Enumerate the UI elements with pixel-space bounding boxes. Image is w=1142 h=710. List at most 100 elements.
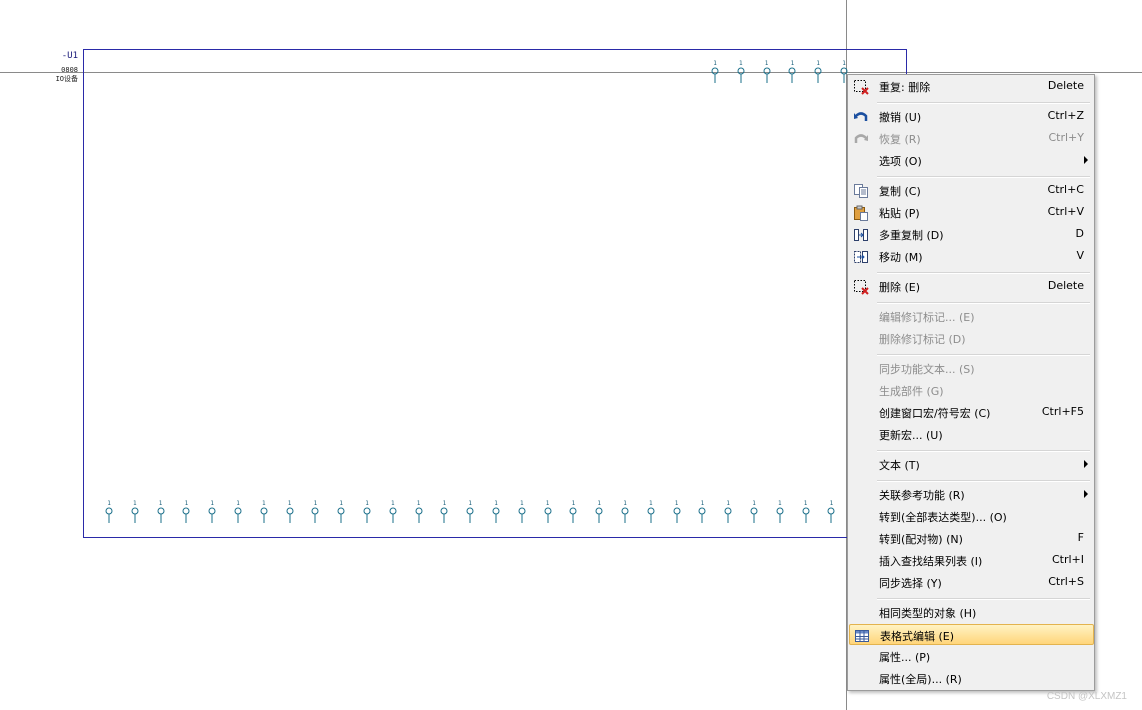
menu-item-paste[interactable]: 粘贴 (P) Ctrl+V (850, 202, 1092, 223)
device-code: 0808 (61, 66, 78, 74)
connection-point[interactable]: 1 (813, 60, 823, 86)
menu-item-properties-global[interactable]: 属性(全局)... (R) (850, 668, 1092, 689)
connection-point[interactable]: 1 (310, 500, 320, 526)
connection-point[interactable]: 1 (762, 60, 772, 86)
menu-item-shortcut: Ctrl+I (1051, 553, 1084, 566)
pin-number: 1 (713, 60, 717, 67)
connection-point[interactable]: 1 (388, 500, 398, 526)
pin-number: 1 (597, 500, 601, 507)
delete-icon (853, 279, 869, 295)
menu-item-shortcut: D (1075, 227, 1084, 240)
menu-item-label: 重复: 删除 (879, 81, 931, 94)
connection-point[interactable]: 1 (259, 500, 269, 526)
menu-item-delete[interactable]: 删除 (E) Delete (850, 276, 1092, 297)
menu-item-update-macro[interactable]: 更新宏... (U) (850, 424, 1092, 445)
connection-point[interactable]: 1 (646, 500, 656, 526)
menu-item-multi-copy[interactable]: 多重复制 (D) D (850, 224, 1092, 245)
menu-item-text[interactable]: 文本 (T) (850, 454, 1092, 475)
pin-number: 1 (790, 60, 795, 67)
menu-item-label: 文本 (T) (879, 459, 920, 472)
connection-point[interactable]: 1 (775, 500, 785, 526)
connection-point[interactable]: 1 (104, 500, 114, 526)
pin-symbol (698, 507, 706, 523)
pin-symbol (711, 67, 719, 83)
connection-point[interactable]: 1 (439, 500, 449, 526)
connection-point[interactable]: 1 (801, 500, 811, 526)
connection-point[interactable]: 1 (568, 500, 578, 526)
connection-point[interactable]: 1 (233, 500, 243, 526)
connection-point[interactable]: 1 (130, 500, 140, 526)
menu-item-shortcut: Delete (1047, 79, 1084, 92)
connection-point[interactable]: 1 (697, 500, 707, 526)
undo-icon (853, 109, 869, 125)
menu-item-shortcut: Ctrl+Z (1047, 109, 1084, 122)
menu-separator (877, 272, 1090, 274)
connection-point[interactable]: 1 (285, 500, 295, 526)
pin-symbol (518, 507, 526, 523)
menu-separator (877, 302, 1090, 304)
connection-point[interactable]: 1 (362, 500, 372, 526)
pin-number: 1 (210, 500, 214, 507)
pin-symbol (440, 507, 448, 523)
connection-point[interactable]: 1 (207, 500, 217, 526)
connection-point[interactable]: 1 (156, 500, 166, 526)
pin-symbol (208, 507, 216, 523)
connection-point[interactable]: 1 (543, 500, 553, 526)
menu-item-options[interactable]: 选项 (O) (850, 150, 1092, 171)
menu-item-insert-search-results[interactable]: 插入查找结果列表 (I) Ctrl+I (850, 550, 1092, 571)
connection-point[interactable]: 1 (517, 500, 527, 526)
menu-item-undo[interactable]: 撤销 (U) Ctrl+Z (850, 106, 1092, 127)
menu-item-move[interactable]: 移动 (M) V (850, 246, 1092, 267)
pin-symbol (337, 507, 345, 523)
connection-point[interactable]: 1 (491, 500, 501, 526)
pin-number: 1 (494, 500, 498, 507)
connection-point[interactable]: 1 (672, 500, 682, 526)
menu-item-label: 表格式编辑 (E) (880, 630, 955, 643)
redo-icon (853, 131, 869, 147)
menu-item-repeat-delete[interactable]: 重复: 删除 Delete (850, 76, 1092, 97)
pin-symbol (466, 507, 474, 523)
device-symbol-box[interactable] (83, 49, 907, 538)
connection-point[interactable]: 1 (710, 60, 720, 86)
connection-point[interactable]: 1 (749, 500, 759, 526)
connection-point[interactable]: 1 (594, 500, 604, 526)
pin-symbol (647, 507, 655, 523)
pin-symbol (595, 507, 603, 523)
connection-point[interactable]: 1 (826, 500, 836, 526)
move-icon (853, 249, 869, 265)
connection-point[interactable]: 1 (414, 500, 424, 526)
menu-item-generate-part[interactable]: 生成部件 (G) (850, 380, 1092, 401)
connection-point[interactable]: 1 (465, 500, 475, 526)
menu-separator (877, 450, 1090, 452)
menu-item-tabular-edit[interactable]: 表格式编辑 (E) (849, 624, 1094, 645)
device-tag: -U1 (61, 51, 78, 61)
connection-point[interactable]: 1 (736, 60, 746, 86)
connection-point[interactable]: 1 (620, 500, 630, 526)
menu-item-create-macro[interactable]: 创建窗口宏/符号宏 (C) Ctrl+F5 (850, 402, 1092, 423)
menu-item-same-type-objects[interactable]: 相同类型的对象 (H) (850, 602, 1092, 623)
menu-item-edit-revision-marks[interactable]: 编辑修订标记... (E) (850, 306, 1092, 327)
menu-item-label: 删除修订标记 (D) (879, 333, 966, 346)
pin-symbol (105, 507, 113, 523)
pin-number: 1 (107, 500, 111, 507)
menu-item-goto-counterpart[interactable]: 转到(配对物) (N) F (850, 528, 1092, 549)
connection-point[interactable]: 1 (723, 500, 733, 526)
pin-symbol (814, 67, 822, 83)
pin-number: 1 (132, 500, 137, 507)
menu-item-label: 转到(配对物) (N) (879, 533, 963, 546)
menu-item-properties[interactable]: 属性... (P) (850, 646, 1092, 667)
menu-item-goto-all-representations[interactable]: 转到(全部表达类型)... (O) (850, 506, 1092, 527)
pin-number: 1 (545, 500, 550, 507)
menu-item-redo[interactable]: 恢复 (R) Ctrl+Y (850, 128, 1092, 149)
menu-item-associated-reference[interactable]: 关联参考功能 (R) (850, 484, 1092, 505)
menu-item-sync-function-text[interactable]: 同步功能文本... (S) (850, 358, 1092, 379)
connection-point[interactable]: 1 (787, 60, 797, 86)
connection-point[interactable]: 1 (336, 500, 346, 526)
menu-item-sync-selection[interactable]: 同步选择 (Y) Ctrl+S (850, 572, 1092, 593)
menu-item-label: 生成部件 (G) (879, 385, 944, 398)
menu-item-copy[interactable]: 复制 (C) Ctrl+C (850, 180, 1092, 201)
paste-icon (853, 205, 869, 221)
menu-item-delete-revision-marks[interactable]: 删除修订标记 (D) (850, 328, 1092, 349)
connection-point[interactable]: 1 (181, 500, 191, 526)
menu-separator (877, 480, 1090, 482)
